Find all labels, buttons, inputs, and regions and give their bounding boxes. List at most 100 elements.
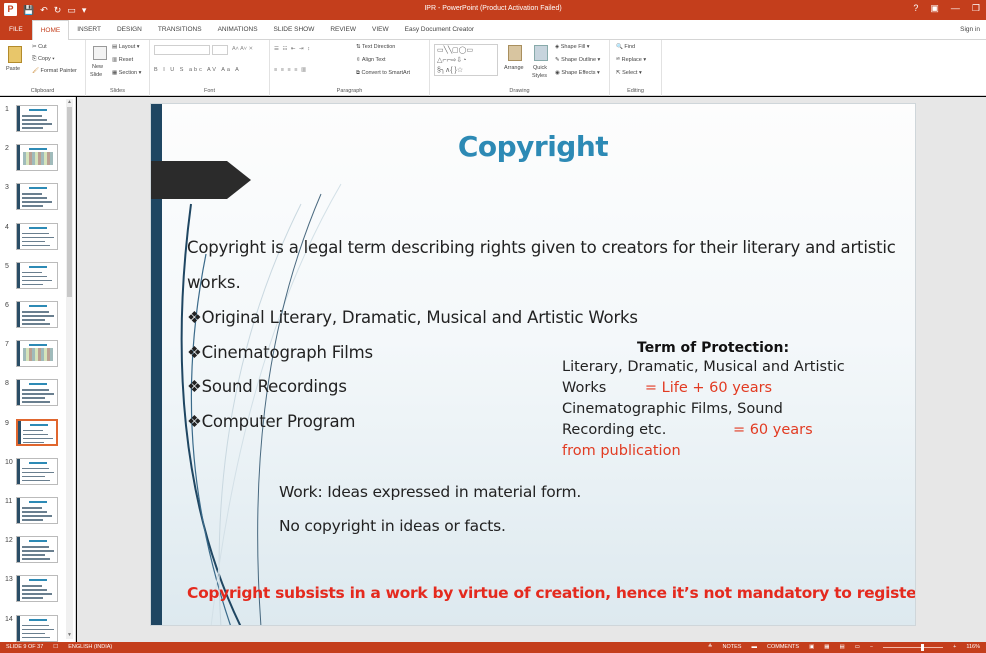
bullet-item[interactable]: ❖Cinematograph Films bbox=[187, 343, 373, 362]
section-button[interactable]: Section bbox=[119, 70, 137, 76]
tab-easy-document-creator[interactable]: Easy Document Creator bbox=[397, 20, 482, 40]
minimize-icon[interactable]: — bbox=[951, 3, 960, 14]
format-painter-button[interactable]: Format Painter bbox=[41, 68, 77, 74]
find-button[interactable]: Find bbox=[624, 44, 635, 50]
slide-thumbnail[interactable] bbox=[16, 418, 58, 446]
shapes-gallery[interactable]: ▭╲╲▢◯▭ △⌐⌐⇨⇩◔ §╮∧{ }☆ bbox=[434, 44, 498, 76]
normal-view-icon[interactable]: ▣ bbox=[809, 644, 814, 650]
font-formatting-icon[interactable]: B I U S abc AV Aa A bbox=[154, 67, 241, 73]
slide-thumbnail[interactable] bbox=[16, 379, 58, 407]
paste-icon[interactable] bbox=[8, 46, 22, 63]
tab-review[interactable]: REVIEW bbox=[322, 20, 364, 40]
spelling-icon[interactable]: ☐ bbox=[53, 644, 58, 650]
quick-styles-label2[interactable]: Styles bbox=[532, 73, 547, 79]
layout-icon: ▤ bbox=[112, 44, 118, 50]
slide-thumbnail[interactable] bbox=[16, 497, 58, 524]
slide-thumbnail[interactable] bbox=[16, 144, 58, 172]
bullet-item[interactable]: ❖Original Literary, Dramatic, Musical an… bbox=[187, 308, 638, 327]
zoom-slider[interactable] bbox=[883, 643, 944, 651]
comments-button[interactable]: COMMENTS bbox=[767, 644, 799, 650]
language-indicator[interactable]: ENGLISH (INDIA) bbox=[68, 644, 112, 650]
work-definition[interactable]: Work: Ideas expressed in material form. bbox=[279, 483, 581, 501]
arrange-icon[interactable] bbox=[508, 45, 522, 61]
tab-home[interactable]: HOME bbox=[31, 19, 70, 41]
reset-button[interactable]: Reset bbox=[119, 57, 133, 63]
new-slide-label2[interactable]: Slide bbox=[90, 72, 102, 78]
tab-slide-show[interactable]: SLIDE SHOW bbox=[266, 20, 323, 40]
grow-shrink-font-icon[interactable]: A˄ A˅ ⨯ bbox=[232, 46, 253, 52]
text-direction-button[interactable]: Text Direction bbox=[362, 44, 395, 50]
paste-button[interactable]: Paste bbox=[6, 66, 20, 72]
alignment-icon[interactable]: ≡ ≡ ≡ ≡ ▥ bbox=[274, 67, 307, 73]
intro-text-line2[interactable]: works. bbox=[187, 273, 241, 292]
restore-icon[interactable]: ❐ bbox=[972, 3, 980, 14]
new-slide-button[interactable]: New bbox=[92, 64, 103, 70]
slide-thumbnail[interactable] bbox=[16, 457, 58, 485]
zoom-out-icon[interactable]: − bbox=[870, 644, 873, 650]
slide-thumbnail[interactable] bbox=[16, 105, 58, 132]
slide-thumbnail[interactable] bbox=[16, 575, 58, 603]
term-of-protection-heading[interactable]: Term of Protection: bbox=[637, 340, 789, 356]
intro-text-line1[interactable]: Copyright is a legal term describing rig… bbox=[187, 238, 896, 257]
slide-thumbnail[interactable] bbox=[16, 261, 58, 289]
tab-file[interactable]: FILE bbox=[0, 20, 32, 40]
bullet-item[interactable]: ❖Sound Recordings bbox=[187, 377, 347, 396]
font-name-select[interactable] bbox=[154, 45, 210, 55]
bullet-item[interactable]: ❖Computer Program bbox=[187, 412, 355, 431]
no-copyright-statement[interactable]: No copyright in ideas or facts. bbox=[279, 517, 506, 535]
slide-thumbnail[interactable] bbox=[16, 536, 58, 564]
thumbnail-scrollbar-thumb[interactable] bbox=[67, 107, 72, 297]
tab-transitions[interactable]: TRANSITIONS bbox=[150, 20, 210, 40]
sign-in-link[interactable]: Sign in bbox=[960, 26, 980, 33]
term-line[interactable]: Cinematographic Films, Sound bbox=[562, 401, 839, 417]
tab-design[interactable]: DESIGN bbox=[109, 20, 150, 40]
slide-thumbnail[interactable] bbox=[16, 340, 58, 368]
list-indent-icon[interactable]: ☰ ☷ ⇤ ⇥ ↕ bbox=[274, 46, 311, 52]
drawing-label: Drawing bbox=[509, 88, 530, 94]
shape-fill-button[interactable]: Shape Fill bbox=[561, 44, 585, 50]
registration-note[interactable]: Copyright subsists in a work by virtue o… bbox=[187, 584, 915, 602]
replace-button[interactable]: Replace bbox=[622, 57, 642, 63]
term-line[interactable]: from publication bbox=[562, 443, 839, 459]
term-line[interactable]: Works = Life + 60 years bbox=[562, 380, 839, 396]
shape-effects-button[interactable]: Shape Effects bbox=[561, 70, 595, 76]
shape-fill-icon: ◈ bbox=[555, 44, 560, 50]
term-line[interactable]: Recording etc. = 60 years bbox=[562, 422, 839, 438]
slide-thumbnail[interactable] bbox=[16, 183, 58, 211]
quick-styles-icon[interactable] bbox=[534, 45, 548, 61]
scroll-down-icon[interactable]: ▼ bbox=[67, 632, 72, 638]
ribbon-display-icon[interactable]: ▣ bbox=[930, 3, 939, 14]
tab-view[interactable]: VIEW bbox=[364, 20, 397, 40]
scroll-up-icon[interactable]: ▲ bbox=[67, 99, 72, 105]
tab-animations[interactable]: ANIMATIONS bbox=[210, 20, 266, 40]
slideshow-view-icon[interactable]: ▭ bbox=[855, 644, 860, 650]
layout-button[interactable]: Layout bbox=[119, 44, 136, 50]
current-slide[interactable]: Copyright Copyright is a legal term desc… bbox=[150, 103, 916, 626]
cut-button[interactable]: Cut bbox=[38, 44, 47, 50]
help-icon[interactable]: ? bbox=[913, 3, 918, 14]
zoom-in-icon[interactable]: + bbox=[953, 644, 956, 650]
zoom-level[interactable]: 116% bbox=[966, 644, 980, 650]
align-text-button[interactable]: Align Text bbox=[362, 57, 386, 63]
new-slide-icon[interactable] bbox=[93, 46, 107, 60]
term-line[interactable]: Literary, Dramatic, Musical and Artistic bbox=[562, 359, 845, 375]
reading-view-icon[interactable]: ▤ bbox=[839, 644, 844, 650]
tab-insert[interactable]: INSERT bbox=[69, 20, 109, 40]
select-button[interactable]: Select bbox=[622, 70, 637, 76]
convert-smartart-button[interactable]: Convert to SmartArt bbox=[361, 70, 410, 76]
zoom-slider-knob[interactable] bbox=[921, 643, 925, 651]
slide-thumbnail[interactable] bbox=[16, 614, 58, 642]
clipboard-label: Clipboard bbox=[30, 88, 55, 94]
copy-button[interactable]: Copy bbox=[38, 56, 51, 62]
arrange-button[interactable]: Arrange bbox=[504, 65, 524, 71]
slide-sorter-icon[interactable]: ▦ bbox=[824, 644, 829, 650]
shape-outline-button[interactable]: Shape Outline bbox=[561, 57, 596, 63]
notes-button[interactable]: NOTES bbox=[723, 644, 742, 650]
slide-thumbnail-number: 10 bbox=[5, 458, 13, 466]
quick-styles-button[interactable]: Quick bbox=[533, 65, 547, 71]
slide-thumbnail[interactable] bbox=[16, 301, 58, 328]
copy-icon: ⎘ bbox=[32, 56, 37, 62]
slide-thumbnail[interactable] bbox=[16, 222, 58, 250]
font-size-select[interactable] bbox=[212, 45, 228, 55]
slide-title[interactable]: Copyright bbox=[151, 130, 915, 163]
